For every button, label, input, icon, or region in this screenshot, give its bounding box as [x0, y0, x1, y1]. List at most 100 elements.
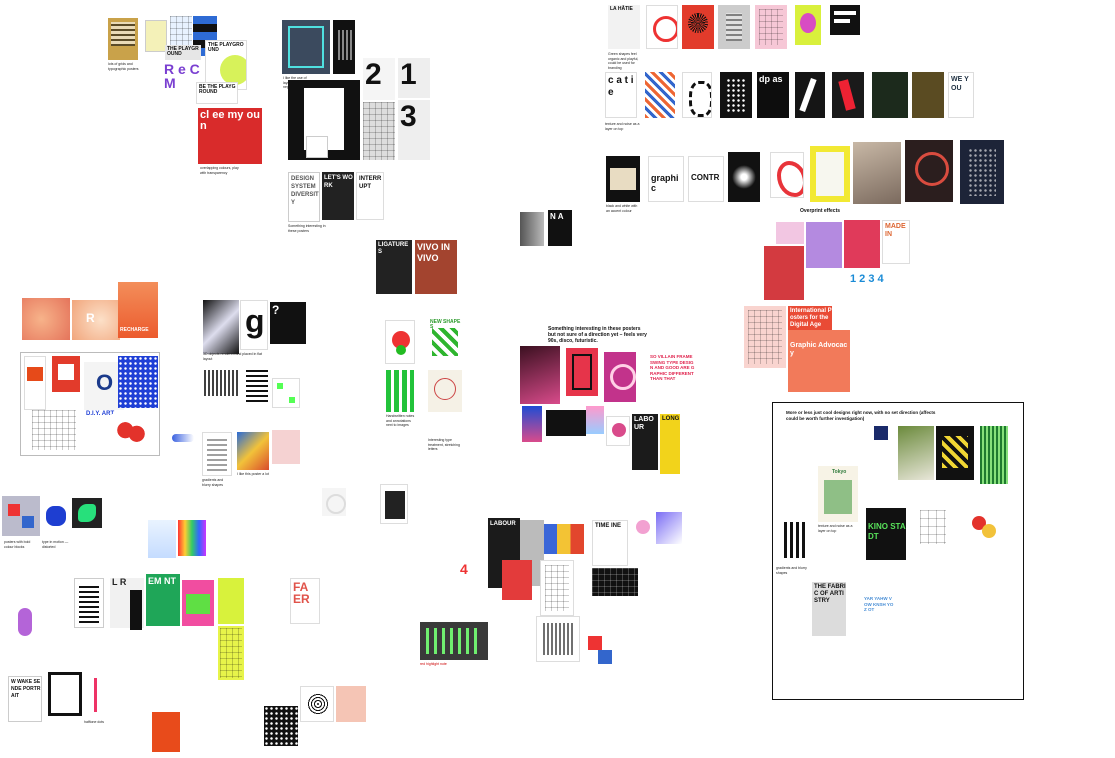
poster-red-burst[interactable]: [682, 5, 714, 49]
poster-pink-small-circles[interactable]: [632, 512, 654, 548]
poster-mono-strip[interactable]: [74, 578, 104, 628]
poster-night-blue[interactable]: [960, 140, 1004, 204]
poster-made-in[interactable]: MADE IN: [882, 220, 910, 264]
poster-numeral-three[interactable]: 3: [398, 100, 430, 160]
poster-film-strip[interactable]: [130, 590, 142, 630]
poster-numbers[interactable]: 1 2 3 4: [848, 270, 910, 326]
poster-red-collage[interactable]: [502, 560, 532, 600]
poster-recharge-r[interactable]: R: [72, 300, 120, 340]
poster-red-circle-dark[interactable]: [905, 140, 953, 202]
poster-bw-dots[interactable]: [264, 706, 298, 746]
poster-dark-blue-grid[interactable]: [592, 568, 638, 596]
poster-squiggle[interactable]: [682, 72, 712, 118]
poster-grey-circles[interactable]: [300, 686, 334, 722]
poster-ostre[interactable]: [606, 416, 630, 446]
poster-pastel-blocks[interactable]: [148, 520, 176, 558]
poster-colorful-circles[interactable]: [970, 512, 1000, 546]
poster-red-swirl[interactable]: [770, 152, 804, 198]
poster-icons-bw[interactable]: [918, 508, 948, 546]
poster-red-blue-shapes[interactable]: [584, 630, 618, 674]
poster-pink-grid[interactable]: [744, 306, 786, 368]
poster-bw-collage[interactable]: [540, 560, 574, 616]
poster-ligatures-cyan[interactable]: [282, 20, 330, 74]
poster-contr[interactable]: CONTR: [688, 156, 724, 202]
poster-pink-green[interactable]: [182, 580, 214, 626]
poster-lime-shapes[interactable]: [218, 578, 244, 624]
poster-la-hatie[interactable]: LA HÂTIE: [608, 5, 640, 49]
poster-vivo-ligature[interactable]: LIGATURES: [376, 240, 412, 294]
poster-black-small-grid[interactable]: [546, 410, 586, 436]
poster-black-yellow-stripes[interactable]: [778, 516, 812, 564]
poster-pink-orbit[interactable]: [604, 352, 636, 402]
poster-glitch-bw-2[interactable]: [244, 368, 270, 404]
poster-pink-lines[interactable]: [84, 672, 114, 716]
poster-red-tunnel[interactable]: [566, 348, 598, 396]
poster-green-stripes[interactable]: [386, 370, 414, 412]
poster-map-beige[interactable]: [428, 370, 462, 412]
poster-tokyo[interactable]: Tokyo: [818, 466, 858, 522]
poster-small-square[interactable]: [874, 426, 888, 440]
poster-pink-portrait[interactable]: [520, 346, 560, 404]
poster-glitch-bw-1[interactable]: [204, 366, 240, 404]
poster-grey-lines[interactable]: [718, 5, 750, 49]
poster-pastel-pixel[interactable]: [586, 406, 604, 434]
poster-recharge-photo[interactable]: [22, 298, 70, 340]
poster-red-photo[interactable]: [764, 246, 804, 300]
poster-white-circle[interactable]: [322, 488, 346, 516]
poster-overprint-pink[interactable]: [776, 222, 804, 244]
poster-recharge[interactable]: RECHARGE: [118, 282, 158, 338]
poster-red-board[interactable]: [52, 356, 80, 392]
poster-green-face[interactable]: [795, 5, 821, 45]
poster-emnt-green[interactable]: EM NT: [146, 574, 180, 626]
poster-blur-glass[interactable]: [203, 300, 239, 354]
poster-overprint-purple[interactable]: [806, 222, 842, 268]
poster-olive-dark[interactable]: [912, 72, 944, 118]
poster-black-ribbon[interactable]: [795, 72, 825, 118]
poster-green-blob[interactable]: [72, 498, 102, 528]
poster-yellow-long[interactable]: LONG: [660, 414, 680, 474]
poster-bw-photo-small[interactable]: [520, 212, 544, 246]
poster-dark-green[interactable]: [872, 72, 908, 118]
poster-photo-wide[interactable]: [853, 142, 901, 204]
poster-numeral-two[interactable]: 2: [363, 58, 395, 100]
poster-bw-type-block[interactable]: TIME INE: [592, 520, 628, 566]
poster-we-you[interactable]: WE YOU: [948, 72, 974, 118]
poster-collage-small[interactable]: [32, 410, 76, 450]
poster-colorful-photos[interactable]: [237, 432, 269, 470]
poster-small-docs[interactable]: [306, 136, 328, 158]
poster-blue-ink[interactable]: [42, 496, 72, 536]
poster-white-type[interactable]: INTERRUPT: [356, 172, 384, 220]
poster-pink-note[interactable]: [272, 430, 300, 464]
poster-overprint-red[interactable]: [844, 220, 880, 268]
poster-green-stripes-right[interactable]: [980, 426, 1008, 484]
poster-black-white-shapes[interactable]: [720, 72, 752, 118]
poster-type-block[interactable]: SO VILLAIN FRAME SWING TYPE DESIGN AND G…: [648, 352, 696, 402]
poster-outline-type[interactable]: DESIGN SYSTEM DIVERSITY: [288, 172, 320, 222]
poster-wanted[interactable]: W WAKE SENDE PORTRAIT: [8, 676, 42, 722]
poster-blue-violet[interactable]: [656, 512, 682, 544]
poster-fabric[interactable]: THE FABRIC OF ARTISTRY: [812, 582, 846, 636]
poster-orange-squiggle[interactable]: [152, 712, 180, 752]
poster-black-mono[interactable]: ?: [270, 302, 306, 344]
poster-black-blocks[interactable]: [830, 5, 860, 35]
poster-grey-red-blocks[interactable]: [2, 496, 40, 536]
poster-kino-stadt[interactable]: KINO STADT: [866, 508, 906, 560]
poster-blue-dots[interactable]: [118, 356, 158, 408]
poster-peach[interactable]: [336, 686, 366, 722]
poster-stripes-gold[interactable]: [108, 18, 138, 60]
poster-black-type-ds[interactable]: dp as: [757, 72, 789, 118]
poster-yar[interactable]: YAR YAHW VOW KNSH YOZ OT: [862, 594, 894, 624]
poster-red-figure[interactable]: [832, 72, 864, 118]
poster-diagonal-stripes[interactable]: [645, 72, 675, 118]
poster-4k[interactable]: 4: [458, 560, 486, 600]
poster-numeral-one[interactable]: 1: [398, 58, 430, 98]
poster-colorful-grid[interactable]: [544, 524, 584, 554]
poster-red-green-flower[interactable]: [385, 320, 415, 364]
poster-graphic-advocacy[interactable]: Graphic Advocacy: [788, 330, 850, 392]
poster-dark-chart[interactable]: [333, 20, 355, 74]
poster-vivo[interactable]: VIVO IN VIVO: [415, 240, 457, 294]
poster-red-loop[interactable]: [646, 5, 678, 49]
poster-lime-grid[interactable]: [218, 626, 244, 680]
poster-white-grid-type[interactable]: [202, 432, 232, 476]
poster-blue-clip[interactable]: [168, 430, 198, 446]
